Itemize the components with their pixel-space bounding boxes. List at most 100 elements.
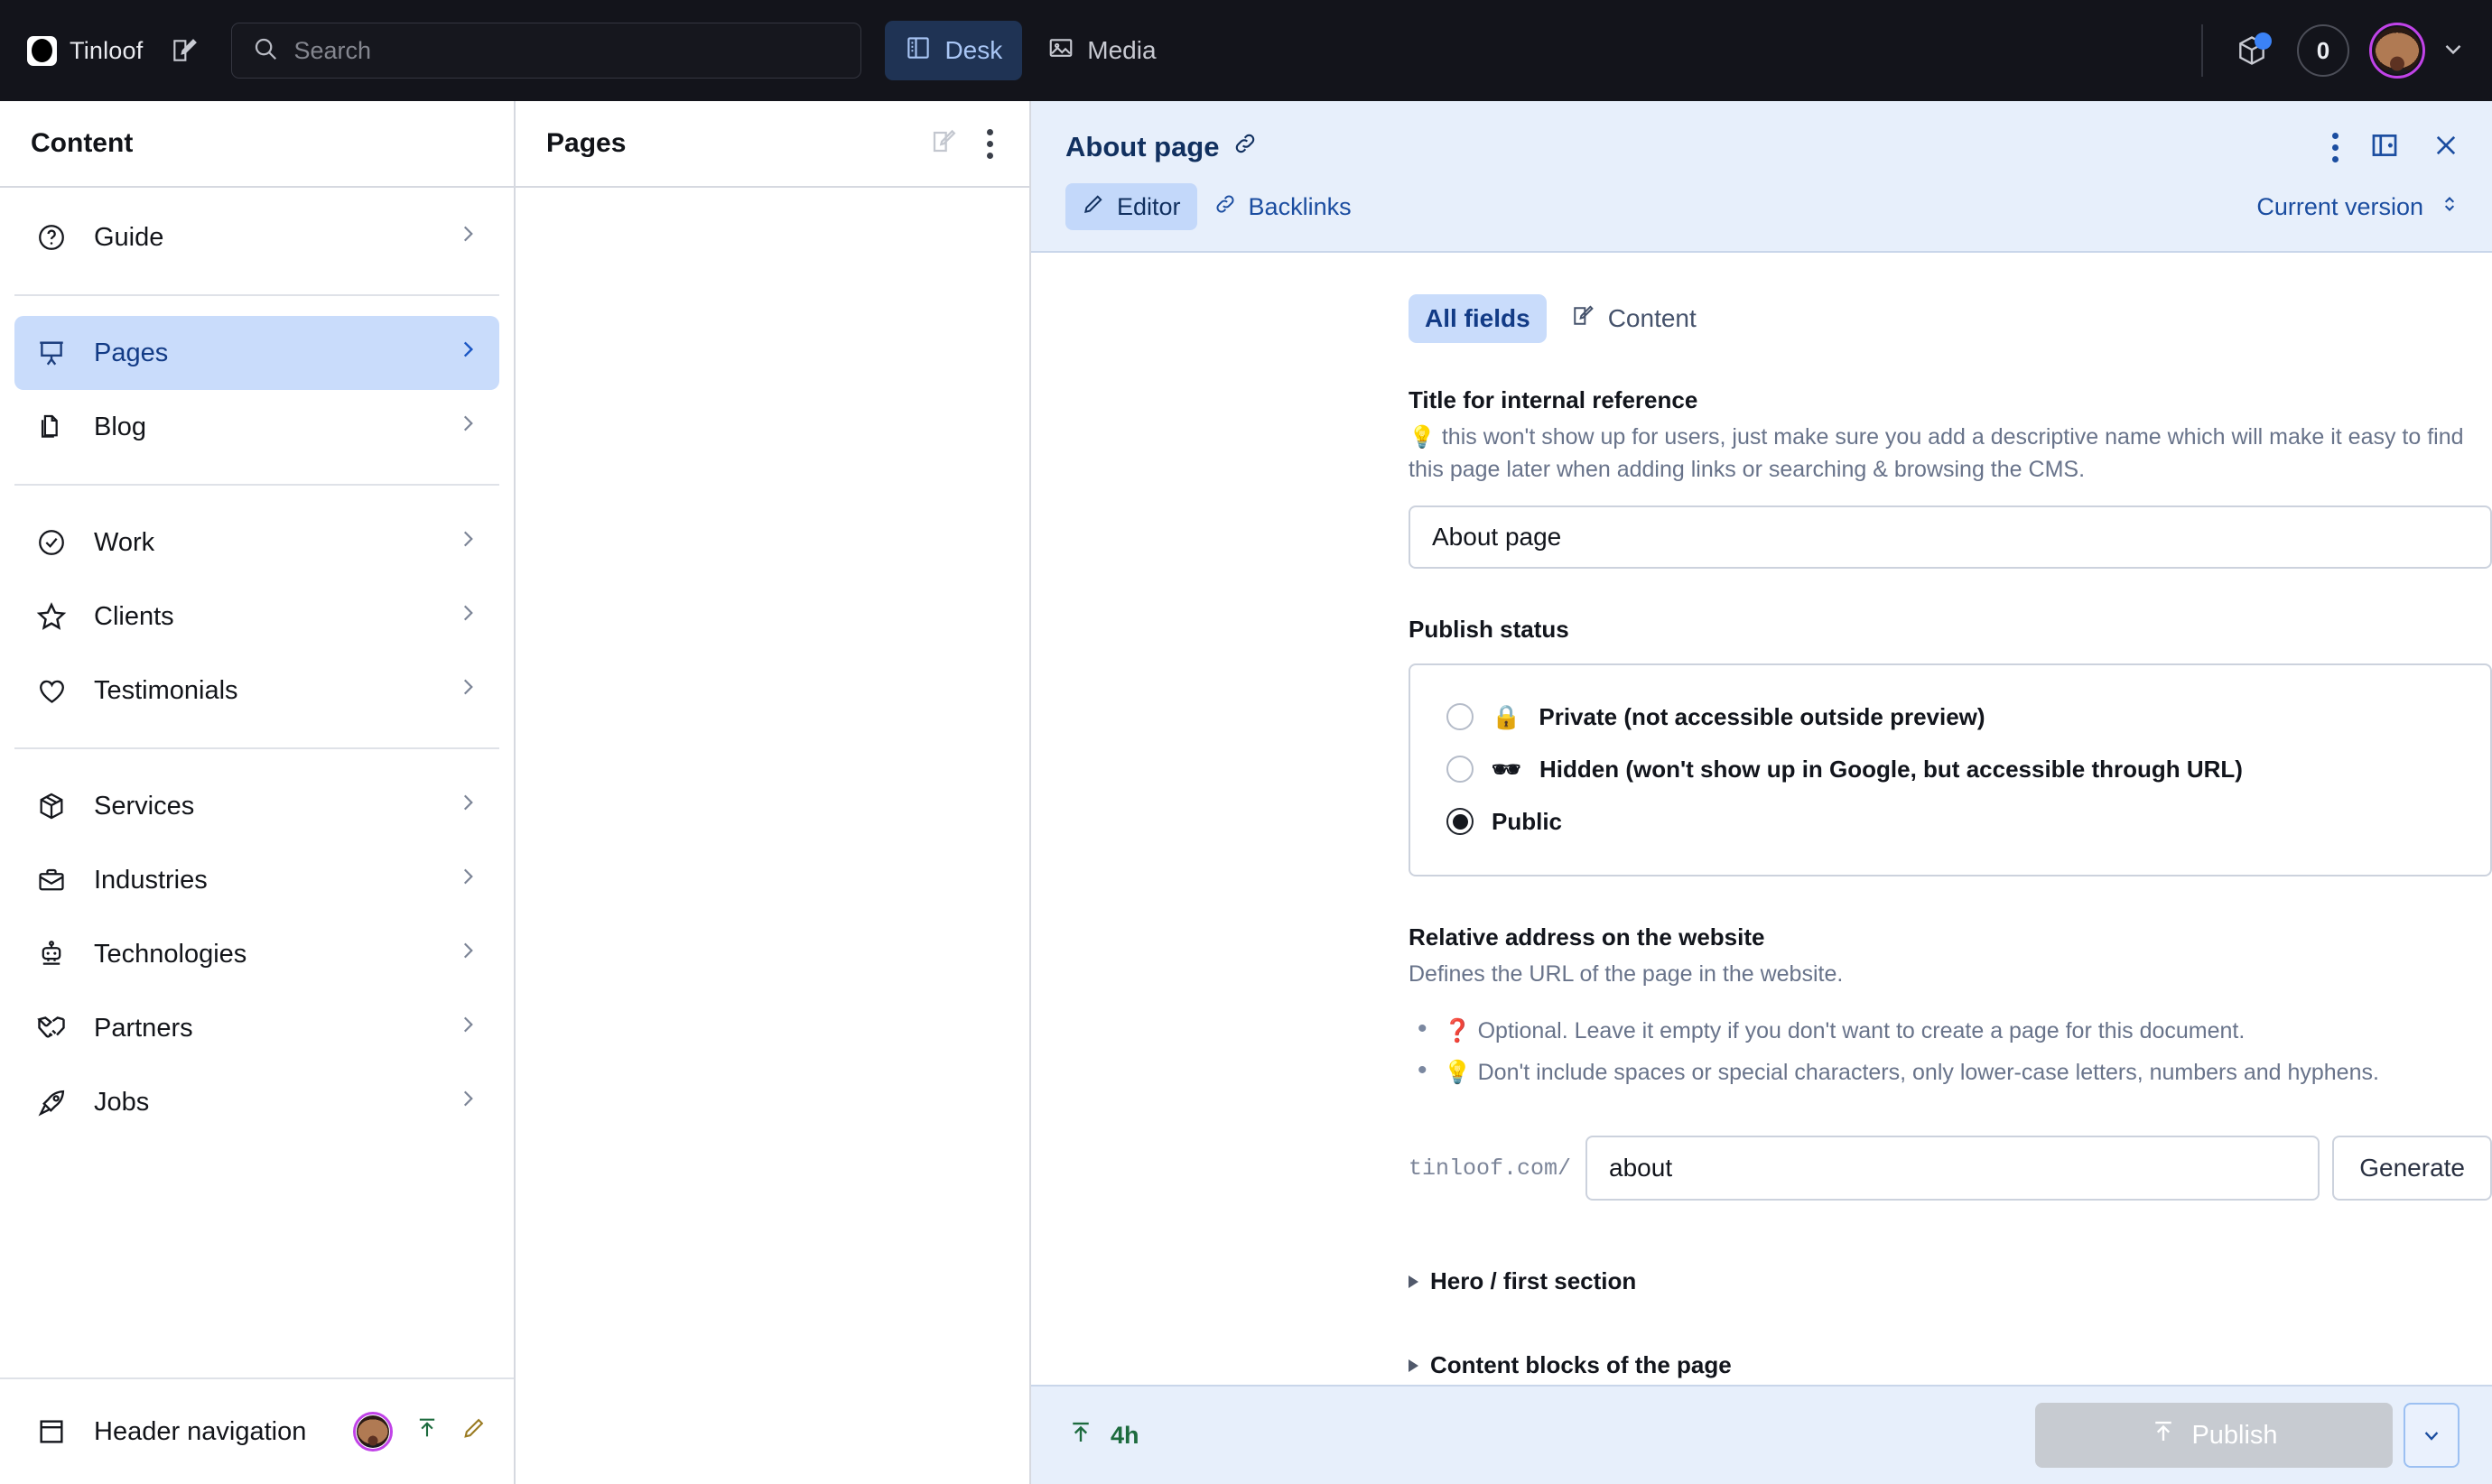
chevron-right-icon: [456, 939, 479, 969]
tab-backlinks-label: Backlinks: [1249, 193, 1352, 221]
triangle-right-icon: [1409, 1359, 1418, 1372]
chevron-right-icon: [456, 865, 479, 895]
sidebar-item-label: Jobs: [94, 1088, 149, 1118]
publish-options-button[interactable]: [2404, 1403, 2459, 1468]
sunglasses-emoji-icon: 🕶: [1492, 756, 1521, 784]
handshake-icon: [33, 1012, 70, 1044]
documents-icon: [33, 412, 70, 442]
package-notification-dot: [2255, 32, 2272, 50]
sidebar-item-blog[interactable]: Blog: [14, 390, 499, 464]
sidebar-item-guide[interactable]: Guide: [14, 200, 499, 274]
field-hint-list: • ❓ Optional. Leave it empty if you don'…: [1409, 1015, 2492, 1090]
tab-desk[interactable]: Desk: [885, 21, 1022, 80]
radio-option-private[interactable]: 🔒 Private (not accessible outside previe…: [1410, 691, 2490, 743]
sidebar-title: Content: [0, 101, 514, 188]
navbar-tabs: Desk Media: [885, 21, 1176, 80]
main-area: Content Guide: [0, 101, 2492, 1484]
chevron-right-icon: [456, 222, 479, 253]
heart-icon: [33, 675, 70, 707]
sidebar-footer-label: Header navigation: [94, 1417, 306, 1447]
publish-up-arrow-icon[interactable]: [414, 1415, 440, 1448]
pencil-edit-icon[interactable]: [461, 1415, 487, 1448]
check-circle-icon: [33, 527, 70, 558]
publish-status-radio-group: 🔒 Private (not accessible outside previe…: [1409, 663, 2492, 876]
avatar[interactable]: [2369, 23, 2425, 79]
tab-media[interactable]: Media: [1027, 21, 1176, 80]
content-sidebar: Content Guide: [0, 101, 516, 1484]
tab-editor-label: Editor: [1117, 193, 1181, 221]
pencil-edit-icon: [1082, 192, 1105, 222]
sidebar-item-header-navigation[interactable]: Header navigation: [0, 1377, 514, 1484]
sidebar-item-work[interactable]: Work: [14, 505, 499, 580]
kebab-menu-icon[interactable]: [978, 129, 1002, 159]
sidebar-item-industries[interactable]: Industries: [14, 843, 499, 917]
lock-emoji-icon: 🔒: [1492, 703, 1520, 731]
sidebar-item-clients[interactable]: Clients: [14, 580, 499, 654]
radio-option-public[interactable]: Public: [1410, 795, 2490, 848]
radio-button[interactable]: [1446, 808, 1474, 835]
star-icon: [33, 600, 70, 633]
open-split-pane-icon[interactable]: [2369, 130, 2400, 165]
field-view-tabs: All fields Content: [1409, 294, 2492, 343]
publish-button[interactable]: Publish: [2035, 1403, 2393, 1468]
document-form-scroll[interactable]: All fields Content: [1031, 251, 2492, 1385]
document-panel: About page: [1031, 101, 2492, 1484]
close-icon[interactable]: [2431, 130, 2461, 165]
chevron-up-down-icon: [2438, 191, 2461, 223]
sidebar-item-technologies[interactable]: Technologies: [14, 917, 499, 991]
sidebar-item-testimonials[interactable]: Testimonials: [14, 654, 499, 728]
section-hero-first-section[interactable]: Hero / first section: [1409, 1267, 2492, 1295]
compose-icon[interactable]: [159, 25, 209, 76]
generate-button[interactable]: Generate: [2332, 1136, 2492, 1201]
compose-icon[interactable]: [929, 127, 958, 161]
notification-count-badge[interactable]: 0: [2297, 24, 2349, 77]
brand-logo-link[interactable]: Tinloof: [27, 36, 143, 66]
avatar[interactable]: [353, 1412, 393, 1452]
lightbulb-emoji-icon: 💡: [1409, 425, 1436, 450]
kebab-menu-icon[interactable]: [2332, 133, 2339, 162]
tab-all-fields-label: All fields: [1425, 304, 1530, 333]
tab-all-fields[interactable]: All fields: [1409, 294, 1547, 343]
radio-button[interactable]: [1446, 703, 1474, 730]
version-selector[interactable]: Current version: [2256, 191, 2461, 223]
tab-content[interactable]: Content: [1554, 294, 1713, 343]
tab-media-label: Media: [1087, 36, 1156, 65]
sidebar-item-label: Pages: [94, 339, 168, 368]
radio-option-hidden[interactable]: 🕶 Hidden (won't show up in Google, but a…: [1410, 743, 2490, 795]
field-label: Relative address on the website: [1409, 923, 2492, 951]
sidebar-divider: [14, 747, 499, 749]
desk-icon: [905, 34, 932, 68]
package-icon[interactable]: [2227, 25, 2277, 76]
slug-input[interactable]: about: [1585, 1136, 2320, 1201]
search-input[interactable]: Search: [231, 23, 861, 79]
field-title-for-internal-reference: Title for internal reference 💡 this won'…: [1409, 386, 2492, 569]
title-input-value: About page: [1432, 523, 1561, 552]
chevron-right-icon: [456, 1087, 479, 1118]
radio-button[interactable]: [1446, 756, 1474, 783]
brand-name: Tinloof: [70, 37, 143, 65]
sidebar-item-label: Guide: [94, 223, 163, 253]
sidebar-item-pages[interactable]: Pages: [14, 316, 499, 390]
chevron-down-icon[interactable]: [2440, 35, 2467, 67]
publish-up-arrow-icon: [1067, 1419, 1094, 1452]
sidebar-item-jobs[interactable]: Jobs: [14, 1065, 499, 1139]
list-item: • 💡 Don't include spaces or special char…: [1418, 1056, 2492, 1089]
field-description: 💡 this won't show up for users, just mak…: [1409, 422, 2478, 486]
tab-editor[interactable]: Editor: [1065, 183, 1197, 230]
avatar-image: [357, 1415, 389, 1448]
document-footer: 4h Publish: [1031, 1385, 2492, 1484]
tab-backlinks[interactable]: Backlinks: [1197, 183, 1368, 230]
title-input[interactable]: About page: [1409, 505, 2492, 569]
field-relative-address: Relative address on the website Defines …: [1409, 923, 2492, 1201]
sidebar-item-services[interactable]: Services: [14, 769, 499, 843]
version-selector-label: Current version: [2256, 193, 2423, 221]
question-circle-icon: [33, 222, 70, 253]
section-content-blocks[interactable]: Content blocks of the page: [1409, 1351, 2492, 1379]
sidebar-nav-list: Guide Pages: [0, 188, 514, 1377]
question-emoji-icon: ❓: [1444, 1018, 1472, 1043]
document-title: About page: [1065, 131, 1258, 163]
sidebar-item-partners[interactable]: Partners: [14, 991, 499, 1065]
sidebar-item-label: Blog: [94, 413, 146, 442]
slug-row: tinloof.com/ about Generate: [1409, 1136, 2492, 1201]
link-icon[interactable]: [1232, 131, 1258, 163]
